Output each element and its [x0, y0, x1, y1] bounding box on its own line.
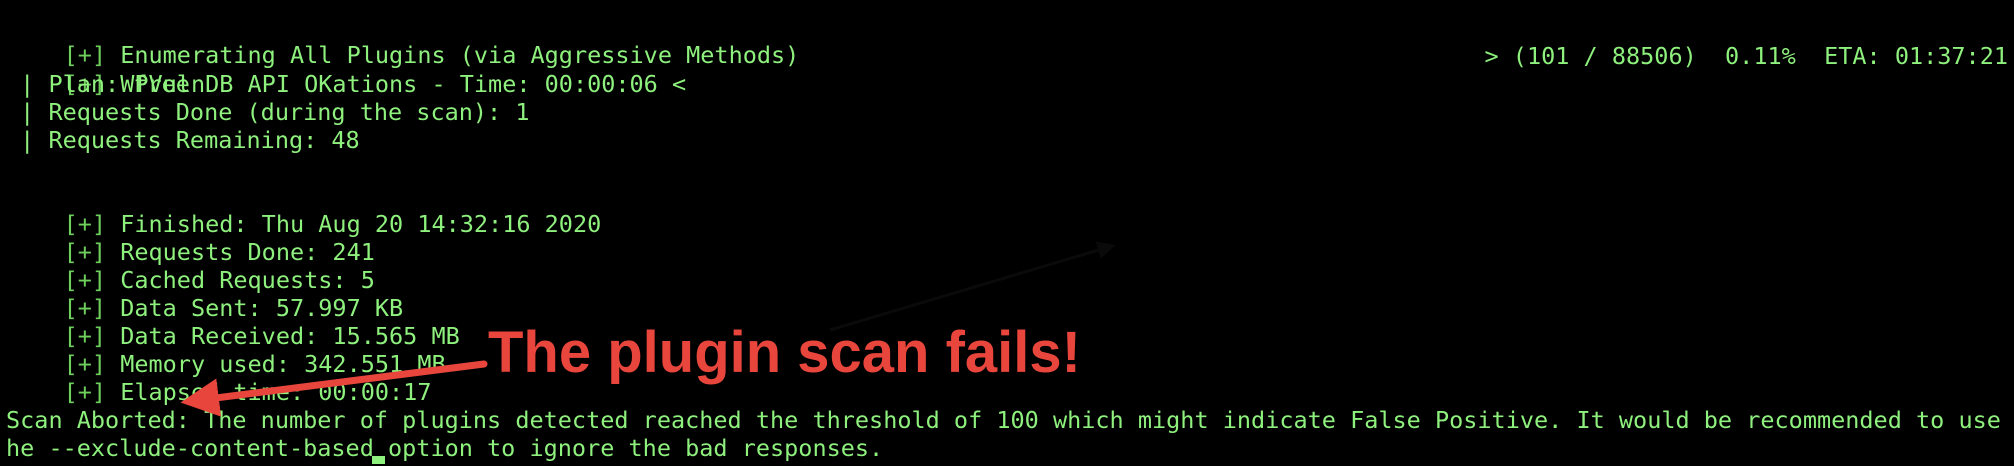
terminal-line-finished: [+] Finished: Thu Aug 20 14:32:16 2020 — [7, 182, 602, 238]
status-prefix: [+] — [63, 378, 107, 406]
elapsed-time-text: Elapsed time: 00:00:17 — [120, 378, 432, 406]
terminal-line-scan-aborted: Scan Aborted: The number of plugins dete… — [6, 406, 2014, 434]
annotation-callout: The plugin scan fails! — [488, 320, 1081, 385]
terminal-line-cached-requests: [+] Cached Requests: 5 — [7, 238, 375, 294]
terminal-cursor — [372, 456, 385, 464]
api-status-text: WPVulnDB API OKations - Time: 00:00:06 < — [120, 70, 687, 98]
terminal-line-requests-remaining: | Requests Remaining: 48 — [6, 126, 360, 154]
terminal-line-enumerating: [+] Enumerating All Plugins (via Aggress… — [7, 13, 800, 69]
terminal-line-requests-during-scan: | Requests Done (during the scan): 1 — [6, 98, 530, 126]
terminal-line-requests-done: [+] Requests Done: 241 — [7, 210, 375, 266]
terminal-line-elapsed-time: [+] Elapsed time: 00:00:17 — [7, 350, 432, 406]
terminal-window[interactable]: [+] Enumerating All Plugins (via Aggress… — [0, 0, 2014, 466]
terminal-line-scan-aborted-wrap: he --exclude-content-based option to ign… — [6, 434, 884, 462]
terminal-line-api-status: [+] WPVulnDB API OKations - Time: 00:00:… — [7, 42, 687, 98]
terminal-line-data-received: [+] Data Received: 15.565 MB — [7, 294, 460, 350]
terminal-line-memory-used: [+] Memory used: 342.551 MB — [7, 322, 446, 378]
progress-readout: > (101 / 88506) 0.11% ETA: 01:37:21 — [1484, 42, 2008, 70]
terminal-line-data-sent: [+] Data Sent: 57.997 KB — [7, 266, 404, 322]
terminal-line-plan: | Plan: free — [6, 70, 190, 98]
